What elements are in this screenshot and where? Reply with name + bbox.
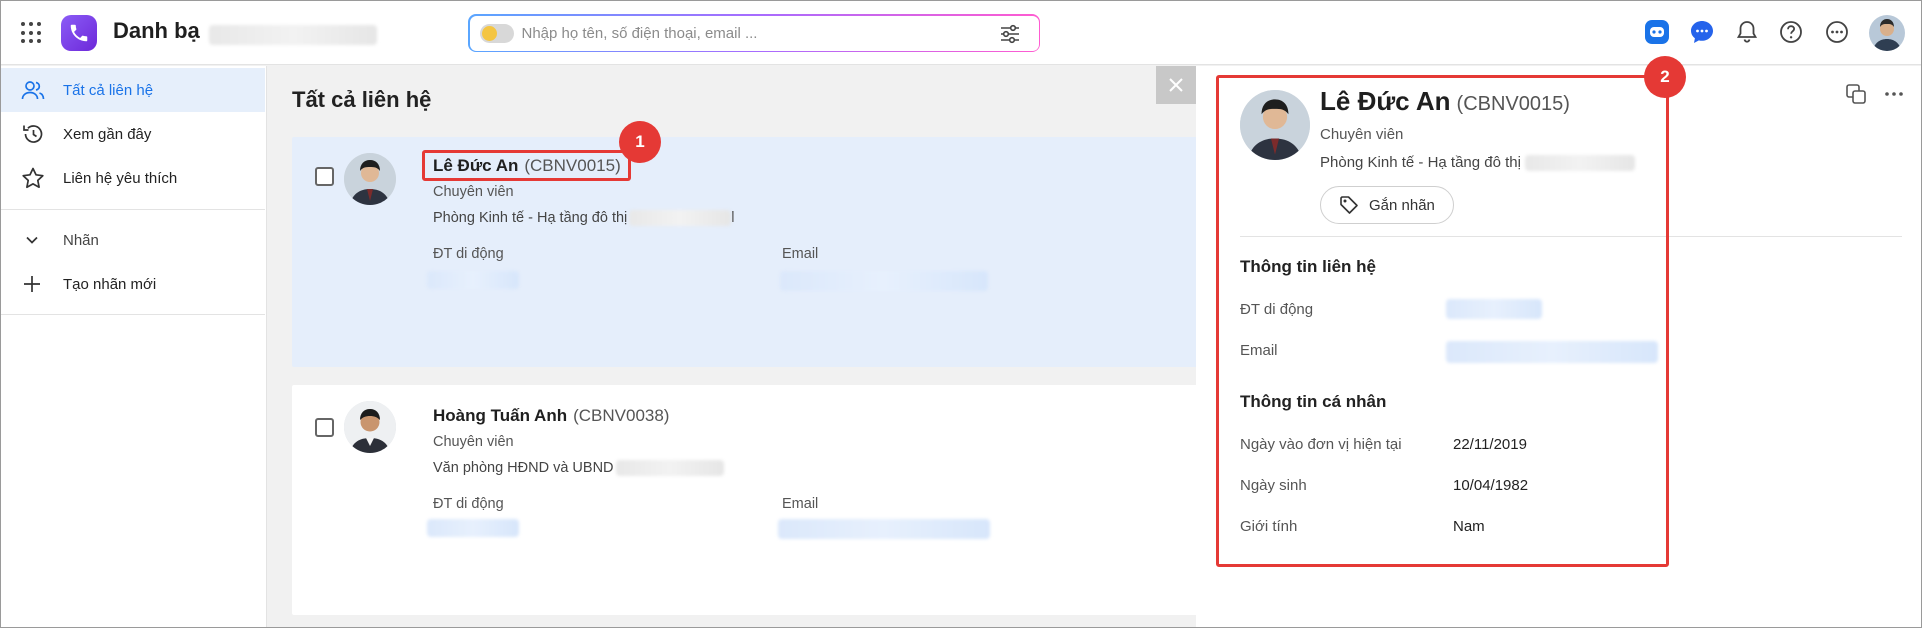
sidebar: Tất cả liên hệ Xem gần đây Liên hệ yêu t… bbox=[1, 66, 267, 627]
chat-icon[interactable] bbox=[1689, 19, 1715, 45]
redacted-email bbox=[780, 271, 988, 291]
step-badge-1: 1 bbox=[619, 121, 661, 163]
redacted-mobile bbox=[427, 271, 519, 289]
contact-avatar bbox=[344, 401, 396, 453]
create-label-text: Tạo nhãn mới bbox=[63, 275, 157, 293]
create-label-button[interactable]: Tạo nhãn mới bbox=[1, 262, 265, 306]
close-icon bbox=[1169, 78, 1183, 92]
redacted-org-name bbox=[209, 25, 377, 45]
plus-icon bbox=[24, 276, 40, 292]
sidebar-divider bbox=[1, 209, 265, 210]
ai-assistant-icon[interactable] bbox=[1644, 19, 1670, 45]
app-window: Danh bạ Nhập họ tên, số điện thoại, emai… bbox=[0, 0, 1922, 628]
mobile-label: ĐT di động bbox=[433, 496, 504, 512]
sidebar-item-all-contacts[interactable]: Tất cả liên hệ bbox=[1, 68, 265, 112]
sidebar-item-label: Xem gần đây bbox=[63, 125, 152, 143]
contact-code: (CBNV0038) bbox=[573, 406, 670, 425]
contact-name-text: Hoàng Tuấn Anh bbox=[433, 406, 568, 425]
contacts-icon bbox=[21, 81, 45, 100]
email-label: Email bbox=[782, 246, 819, 262]
highlight-contact-name bbox=[422, 150, 631, 181]
contact-role: Chuyên viên bbox=[433, 184, 514, 200]
search-input[interactable] bbox=[521, 15, 962, 51]
contact-role: Chuyên viên bbox=[433, 434, 514, 450]
page-title: Tất cả liên hệ bbox=[292, 87, 432, 112]
more-icon[interactable] bbox=[1824, 19, 1850, 45]
contact-dept: Văn phòng HĐND và UBND bbox=[433, 460, 724, 477]
redacted-text bbox=[615, 460, 724, 477]
help-icon[interactable] bbox=[1778, 19, 1804, 45]
labels-section-toggle[interactable]: Nhãn bbox=[1, 218, 265, 262]
email-label: Email bbox=[782, 496, 819, 512]
redacted-text bbox=[629, 210, 732, 227]
top-bar: Danh bạ bbox=[1, 1, 1921, 65]
app-grid-icon[interactable] bbox=[21, 22, 43, 44]
history-icon bbox=[23, 125, 43, 143]
highlight-detail-panel bbox=[1216, 75, 1669, 567]
sidebar-item-label: Tất cả liên hệ bbox=[63, 81, 154, 99]
contact-checkbox[interactable] bbox=[315, 167, 334, 186]
contact-dept: Phòng Kinh tế - Hạ tầng đô thị l bbox=[433, 210, 735, 227]
star-icon bbox=[22, 167, 44, 189]
copy-icon[interactable] bbox=[1844, 82, 1868, 106]
app-title: Danh bạ bbox=[113, 18, 200, 43]
more-options-icon[interactable] bbox=[1882, 82, 1906, 106]
sidebar-item-label: Liên hệ yêu thích bbox=[63, 169, 178, 187]
sidebar-divider bbox=[1, 314, 265, 315]
contact-card[interactable]: Hoàng Tuấn Anh (CBNV0038) Chuyên viên Văn… bbox=[292, 385, 1212, 615]
phonebook-logo-icon bbox=[61, 15, 97, 51]
filter-icon[interactable] bbox=[999, 24, 1021, 44]
contact-dept-suffix: l bbox=[731, 210, 735, 226]
contact-checkbox[interactable] bbox=[315, 418, 334, 437]
search-box bbox=[468, 14, 1040, 52]
sidebar-item-favorites[interactable]: Liên hệ yêu thích bbox=[1, 156, 265, 200]
redacted-mobile bbox=[427, 519, 519, 537]
contact-avatar bbox=[344, 153, 396, 205]
contact-dept-text: Văn phòng HĐND và UBND bbox=[433, 460, 614, 476]
contact-name[interactable]: Hoàng Tuấn Anh (CBNV0038) bbox=[433, 406, 669, 426]
redacted-email bbox=[778, 519, 990, 539]
bell-icon[interactable] bbox=[1734, 19, 1760, 45]
mobile-label: ĐT di động bbox=[433, 246, 504, 262]
labels-header: Nhãn bbox=[63, 231, 99, 249]
contact-dept-text: Phòng Kinh tế - Hạ tầng đô thị bbox=[433, 210, 628, 226]
chevron-down-icon bbox=[26, 236, 38, 244]
ai-search-toggle[interactable] bbox=[479, 23, 514, 43]
sidebar-item-recent[interactable]: Xem gần đây bbox=[1, 112, 265, 156]
user-avatar[interactable] bbox=[1869, 15, 1905, 51]
close-detail-button[interactable] bbox=[1156, 66, 1196, 104]
step-badge-2: 2 bbox=[1644, 56, 1686, 98]
